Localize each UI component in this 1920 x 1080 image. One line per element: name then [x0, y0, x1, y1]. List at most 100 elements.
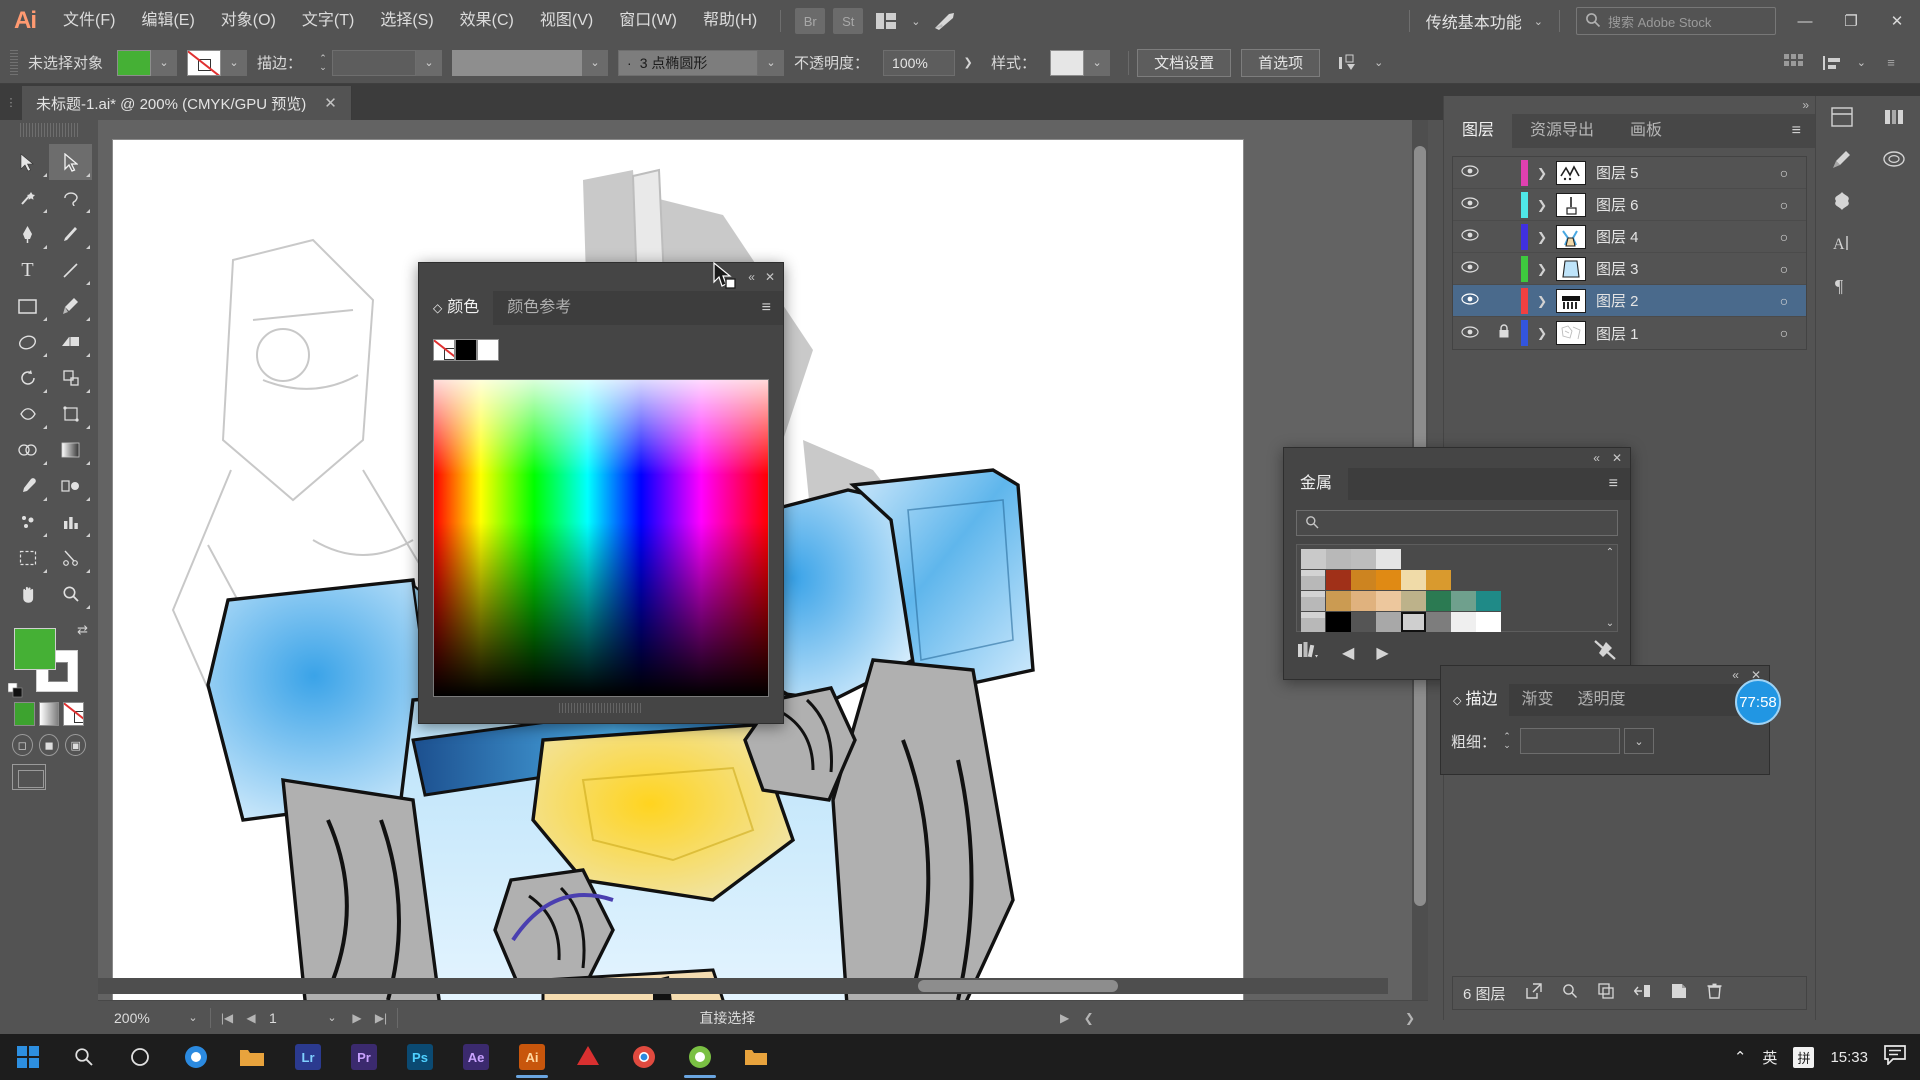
swatch[interactable]: [1326, 591, 1351, 611]
swatch[interactable]: [1326, 612, 1351, 632]
control-panel-menu-icon[interactable]: ≡: [1876, 50, 1906, 76]
color-spectrum[interactable]: [433, 379, 769, 697]
new-layer-icon[interactable]: [1671, 983, 1687, 1003]
tab-color[interactable]: ◇ 颜色: [419, 291, 494, 325]
stroke-panel-collapse-icon[interactable]: «: [1732, 668, 1739, 682]
default-fill-stroke-icon[interactable]: [7, 682, 23, 698]
metal-panel-collapse-icon[interactable]: «: [1593, 451, 1600, 465]
taskbar-app-folder[interactable]: [728, 1034, 784, 1080]
stock-rocket-icon[interactable]: [930, 8, 960, 34]
swatch[interactable]: [1351, 570, 1376, 590]
taskbar-app-lightroom[interactable]: Lr: [280, 1034, 336, 1080]
previous-artboard-button[interactable]: ◀: [239, 1006, 263, 1030]
color-white-swatch[interactable]: [477, 339, 499, 361]
shaper-tool[interactable]: [6, 324, 49, 360]
stock-icon[interactable]: St: [833, 8, 864, 34]
time-badge[interactable]: 77:58: [1735, 679, 1781, 725]
canvas-horizontal-scroll-thumb[interactable]: [918, 980, 1118, 992]
taskbar-app-chrome[interactable]: [616, 1034, 672, 1080]
arrange-grid-icon[interactable]: [1779, 50, 1809, 76]
swatch[interactable]: [1426, 612, 1451, 632]
layer-target-icon[interactable]: ○: [1762, 325, 1806, 341]
brush-profile-dropdown[interactable]: ⌄: [582, 49, 609, 76]
ime-language-label[interactable]: 英: [1762, 1047, 1777, 1068]
color-none-swatch[interactable]: [433, 339, 455, 361]
layer-visibility-icon[interactable]: [1453, 229, 1487, 244]
stroke-color-dropdown[interactable]: ⌄: [221, 49, 248, 76]
menu-object[interactable]: 对象(O): [208, 0, 289, 42]
bridge-icon[interactable]: Br: [795, 8, 826, 34]
fill-color-swatch[interactable]: [117, 49, 152, 76]
tabbar-grip[interactable]: ⋮: [0, 84, 22, 120]
artboard-tool[interactable]: [6, 540, 49, 576]
color-panel-close-icon[interactable]: ✕: [765, 270, 775, 284]
swatch[interactable]: [1376, 612, 1401, 632]
draw-normal-icon[interactable]: ◻: [12, 734, 33, 756]
libraries-icon[interactable]: [1868, 96, 1920, 138]
rectangle-tool[interactable]: [6, 288, 49, 324]
layer-expand-icon[interactable]: ❯: [1528, 166, 1556, 180]
metal-panel-titlebar[interactable]: « ✕: [1284, 448, 1630, 468]
color-panel-menu-icon[interactable]: ≡: [762, 291, 783, 325]
swatch[interactable]: [1351, 591, 1376, 611]
none-fill-mode-button[interactable]: [63, 702, 85, 726]
stroke-weight-input[interactable]: [332, 49, 417, 76]
workspace-switcher[interactable]: 传统基本功能: [1420, 9, 1528, 33]
swatch[interactable]: [1476, 612, 1501, 632]
control-bar-grip[interactable]: [10, 49, 18, 76]
swatches-icon[interactable]: [1868, 138, 1920, 180]
type-tool[interactable]: T: [6, 252, 49, 288]
menu-window[interactable]: 窗口(W): [606, 0, 690, 42]
last-artboard-button[interactable]: ▶|: [369, 1006, 393, 1030]
tray-chevron-icon[interactable]: ⌃: [1734, 1048, 1747, 1066]
blend-tool[interactable]: [49, 468, 92, 504]
workspace-caret-icon[interactable]: ⌄: [1528, 15, 1549, 28]
layer-name[interactable]: 图层 5: [1596, 162, 1762, 183]
paragraph-icon[interactable]: ¶: [1816, 264, 1868, 306]
stroke-panel-titlebar[interactable]: « ✕: [1441, 666, 1769, 684]
opacity-input[interactable]: 100%: [883, 49, 956, 76]
metal-swatch-grid[interactable]: ⌃ ⌄: [1296, 544, 1618, 632]
free-transform-tool[interactable]: [49, 396, 92, 432]
taskbar-app-premiere[interactable]: Pr: [336, 1034, 392, 1080]
table-row[interactable]: ❯ 图层 5 ○: [1453, 157, 1806, 189]
table-row[interactable]: ❯ 图层 2 ○: [1453, 285, 1806, 317]
layer-name[interactable]: 图层 6: [1596, 194, 1762, 215]
menu-select[interactable]: 选择(S): [367, 0, 446, 42]
taskbar-app-firefox[interactable]: [168, 1034, 224, 1080]
swatch[interactable]: [1351, 549, 1376, 569]
curvature-tool[interactable]: [49, 216, 92, 252]
stroke-weight-dropdown[interactable]: ⌄: [1624, 728, 1655, 754]
swatch[interactable]: [1426, 570, 1451, 590]
canvas-horizontal-scrollbar[interactable]: [98, 978, 1388, 994]
document-tab[interactable]: 未标题-1.ai* @ 200% (CMYK/GPU 预览) ✕: [22, 86, 352, 120]
rotate-tool[interactable]: [6, 360, 49, 396]
tab-transparency[interactable]: 透明度: [1566, 684, 1638, 716]
clock-label[interactable]: 15:33: [1830, 1049, 1868, 1066]
table-row[interactable]: ❯ 图层 6 ○: [1453, 189, 1806, 221]
scroll-down-icon[interactable]: ⌄: [1606, 618, 1614, 629]
zoom-level-input[interactable]: 200%: [108, 1005, 180, 1030]
layer-target-icon[interactable]: ○: [1762, 261, 1806, 277]
properties-icon[interactable]: [1816, 96, 1868, 138]
line-segment-tool[interactable]: [49, 252, 92, 288]
artboard-number-input[interactable]: 1: [263, 1005, 319, 1030]
swatch-group-folder[interactable]: [1301, 570, 1326, 590]
notification-icon[interactable]: [1884, 1045, 1906, 1069]
layer-target-icon[interactable]: ○: [1762, 229, 1806, 245]
swatch[interactable]: [1376, 591, 1401, 611]
column-graph-tool[interactable]: [49, 504, 92, 540]
layer-lock-icon[interactable]: [1487, 324, 1521, 342]
symbols-icon[interactable]: [1816, 180, 1868, 222]
menu-view[interactable]: 视图(V): [527, 0, 606, 42]
metal-panel-menu-icon[interactable]: ≡: [1609, 468, 1630, 500]
menu-file[interactable]: 文件(F): [50, 0, 128, 42]
layer-visibility-icon[interactable]: [1453, 293, 1487, 308]
fill-color-dropdown[interactable]: ⌄: [151, 49, 178, 76]
layer-expand-icon[interactable]: ❯: [1528, 326, 1556, 340]
arrange-documents-icon[interactable]: [871, 8, 901, 34]
next-swatch-button[interactable]: ▶: [1376, 643, 1388, 663]
graphic-style-dropdown[interactable]: ⌄: [1084, 49, 1111, 76]
slice-tool[interactable]: [49, 540, 92, 576]
ime-mode-label[interactable]: 拼: [1793, 1046, 1815, 1068]
